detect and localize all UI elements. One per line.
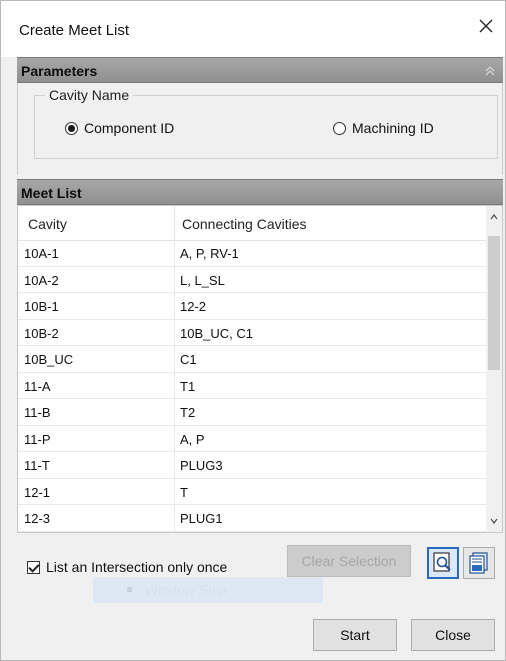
meet-list-header-label: Meet List — [21, 185, 82, 201]
cell-divider — [174, 346, 175, 372]
cavity-cell: 12-3 — [24, 511, 51, 526]
cavity-name-label: Cavity Name — [45, 87, 134, 103]
cavity-name-group: Cavity Name Component ID Machining ID — [34, 87, 498, 159]
column-header-connecting-cavities[interactable]: Connecting Cavities — [182, 216, 307, 232]
meet-list-header: Meet List — [17, 179, 503, 205]
connecting-cavities-cell: PLUG3 — [180, 458, 223, 473]
cell-divider — [174, 452, 175, 478]
table-row[interactable]: 10A-1 A, P, RV-1 — [18, 240, 488, 267]
scrollbar-thumb[interactable] — [488, 236, 500, 370]
table-row[interactable]: 11-A T1 — [18, 372, 488, 399]
scroll-up-arrow-icon[interactable] — [489, 212, 499, 222]
list-once-option[interactable]: List an Intersection only once — [27, 559, 227, 575]
connecting-cavities-cell: C1 — [180, 352, 197, 367]
window-snip-dot — [127, 587, 132, 592]
cell-divider — [174, 372, 175, 398]
zoom-magnifier-icon — [433, 552, 451, 572]
connecting-cavities-cell: 12-2 — [180, 299, 207, 314]
cell-divider — [174, 319, 175, 345]
document-stack-icon — [469, 552, 488, 574]
connecting-cavities-cell: T1 — [180, 378, 196, 394]
table-row[interactable]: 10A-2 L, L_SL — [18, 266, 488, 293]
radio-component-id-indicator[interactable] — [65, 121, 78, 135]
cavity-cell: 11-B — [24, 405, 51, 420]
radio-machining-id-label: Machining ID — [352, 120, 434, 136]
radio-component-id-label: Component ID — [84, 120, 175, 136]
parameters-header-label: Parameters — [21, 63, 98, 79]
table-row[interactable]: 11-P A, P — [18, 425, 488, 452]
table-row[interactable]: 11-B T2 — [18, 399, 488, 426]
column-header-cavity[interactable]: Cavity — [28, 216, 67, 232]
zoom-selection-button[interactable] — [427, 547, 459, 579]
connecting-cavities-cell: PLUG1 — [180, 511, 223, 526]
table-row[interactable]: 10B-2 10B_UC, C1 — [18, 319, 488, 346]
cell-divider — [174, 478, 175, 504]
table-header: Cavity Connecting Cavities — [18, 206, 488, 241]
cavity-cell: 10B-1 — [24, 299, 59, 314]
table-row[interactable]: 12-1 T — [18, 478, 488, 505]
close-button[interactable]: Close — [411, 619, 495, 651]
radio-machining-id-indicator[interactable] — [333, 121, 346, 135]
radio-component-id[interactable]: Component ID — [65, 120, 174, 136]
cell-divider — [174, 399, 175, 425]
table-body: 10A-1 A, P, RV-1 10A-2 L, L_SL 10B-1 12-2 10B-… — [18, 240, 488, 532]
close-icon[interactable] — [475, 15, 497, 37]
meet-list-table[interactable]: Cavity Connecting Cavities 10A-1 A, P, RV… — [17, 205, 503, 533]
connecting-cavities-cell: T2 — [180, 405, 196, 420]
connecting-cavities-cell: 10B_UC, C1 — [180, 325, 253, 341]
connecting-cavities-cell: T — [180, 484, 188, 500]
window-snip-tooltip: Window Snip — [93, 577, 323, 603]
list-once-label: List an Intersection only once — [46, 559, 228, 575]
cell-divider — [174, 266, 175, 292]
cell-divider — [174, 425, 175, 451]
cavity-cell: 10B_UC — [24, 352, 74, 367]
collapse-chevron-icon[interactable] — [483, 64, 497, 78]
vertical-scrollbar[interactable] — [486, 206, 502, 532]
start-button[interactable]: Start — [313, 619, 397, 651]
scroll-down-arrow-icon[interactable] — [489, 516, 499, 526]
cavity-cell: 10A-2 — [24, 272, 59, 288]
connecting-cavities-cell: L, L_SL — [180, 272, 225, 288]
connecting-cavities-cell: A, P, RV-1 — [180, 246, 239, 261]
cell-divider — [174, 293, 175, 319]
table-row[interactable]: 10B_UC C1 — [18, 346, 488, 373]
list-once-checkbox[interactable] — [27, 560, 40, 574]
window-title: Create Meet List — [19, 22, 130, 39]
cavity-cell: 11-P — [24, 431, 51, 447]
connecting-cavities-cell: A, P — [180, 431, 205, 447]
cell-divider — [174, 240, 175, 266]
table-row[interactable]: 10B-1 12-2 — [18, 293, 488, 320]
parameters-panel: Cavity Name Component ID Machining ID — [17, 83, 503, 175]
clear-selection-button[interactable]: Clear Selection — [287, 545, 411, 577]
cavity-cell: 11-T — [24, 458, 50, 473]
cavity-cell: 12-1 — [24, 484, 51, 500]
cavity-cell: 11-A — [24, 378, 51, 394]
radio-machining-id[interactable]: Machining ID — [333, 120, 434, 136]
cavity-cell: 10A-1 — [24, 246, 59, 261]
create-meet-list-dialog: Create Meet List Parameters Cavity Name … — [0, 0, 506, 661]
cell-divider — [174, 505, 175, 531]
table-row[interactable]: 12-3 PLUG1 — [18, 505, 488, 532]
cavity-cell: 10B-2 — [24, 325, 59, 341]
title-bar: Create Meet List — [1, 1, 505, 57]
window-snip-label: Window Snip — [145, 582, 227, 598]
table-row[interactable]: 11-T PLUG3 — [18, 452, 488, 479]
parameters-header[interactable]: Parameters — [17, 57, 503, 83]
export-list-button[interactable] — [463, 547, 495, 579]
column-divider[interactable] — [174, 206, 175, 240]
